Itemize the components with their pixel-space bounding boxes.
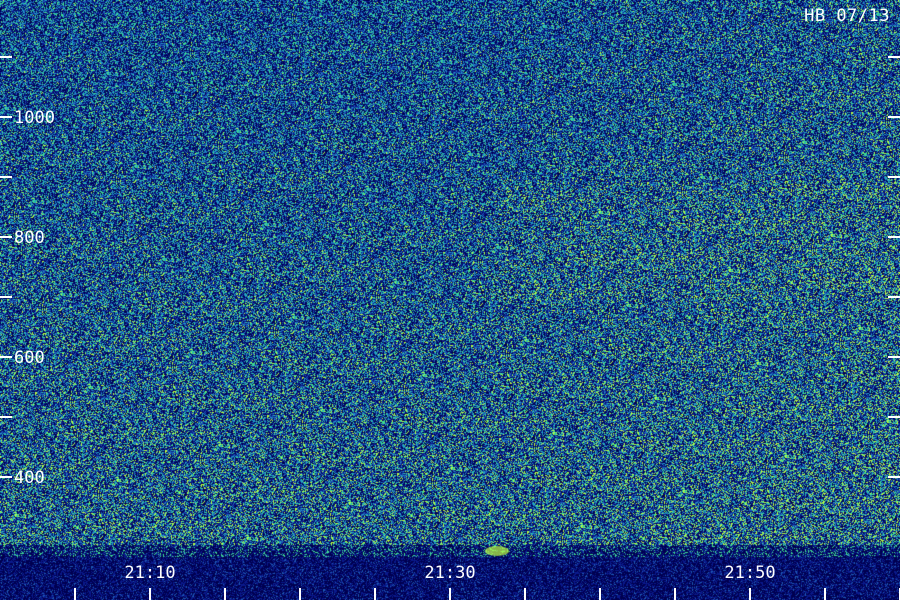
x-tick-label: 21:10 xyxy=(124,563,175,583)
y-tick-label: 600 xyxy=(14,348,45,368)
x-tick-label: 21:30 xyxy=(424,563,475,583)
axes-overlay: 1000 800 600 400 21:10 21:30 21:50 xyxy=(0,56,900,600)
x-tick-label: 21:50 xyxy=(724,563,775,583)
spectrogram-chart: 1000 800 600 400 21:10 21:30 21:50 HB 07/13 xyxy=(0,0,900,600)
y-tick-label: 400 xyxy=(14,468,45,488)
y-tick-label: 800 xyxy=(14,228,45,248)
chart-title: HB 07/13 xyxy=(804,6,890,26)
y-tick-label: 1000 xyxy=(14,108,55,128)
